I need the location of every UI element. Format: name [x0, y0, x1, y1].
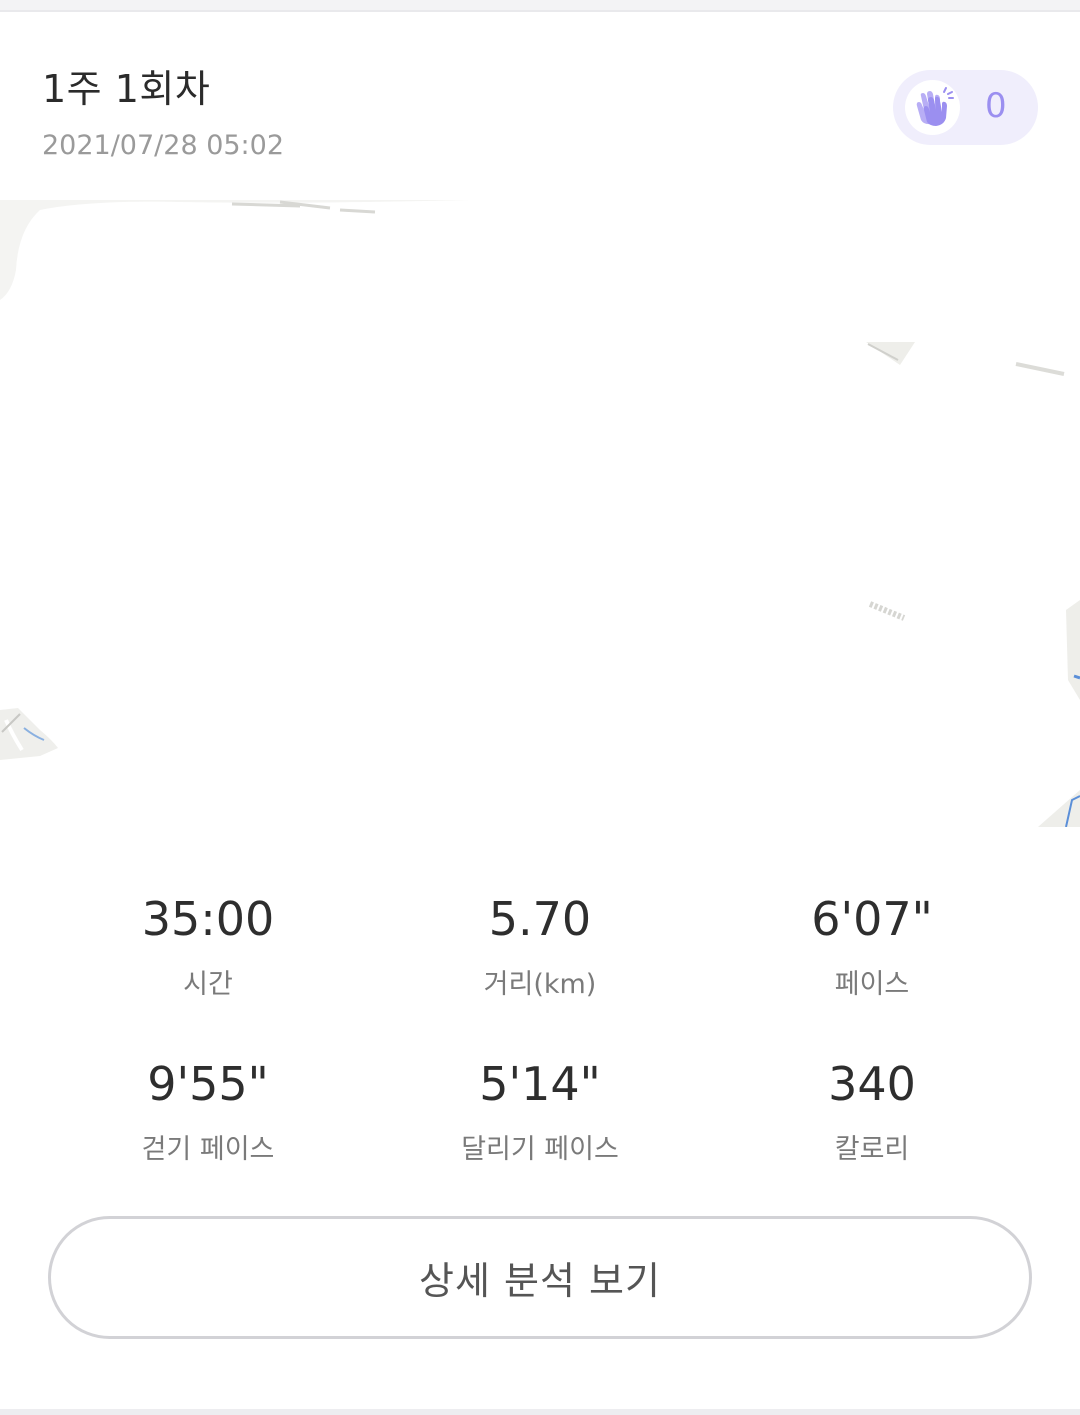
stat-time-value: 35:00 [141, 892, 275, 946]
stat-calories-label: 칼로리 [834, 1134, 910, 1165]
stat-running-pace-value: 5'14" [479, 1057, 601, 1111]
stat-pace-label: 페이스 [834, 969, 910, 1000]
stat-pace: 6'07" 페이스 [707, 892, 1037, 1001]
map-background [0, 200, 1080, 827]
view-detail-analysis-button[interactable]: 상세 분석 보기 [48, 1216, 1032, 1339]
stat-walking-pace: 9'55" 걷기 페이스 [43, 1057, 373, 1166]
top-divider [0, 0, 1080, 12]
stat-calories-value: 340 [828, 1057, 916, 1111]
session-datetime: 2021/07/28 05:02 [42, 130, 285, 161]
session-title: 1주 1회차 [42, 67, 211, 111]
stat-time: 35:00 시간 [43, 892, 373, 1001]
stat-pace-value: 6'07" [811, 892, 933, 946]
stat-calories: 340 칼로리 [707, 1057, 1037, 1166]
stat-running-pace: 5'14" 달리기 페이스 [375, 1057, 705, 1166]
clap-count: 0 [985, 86, 1007, 126]
stat-walking-pace-value: 9'55" [147, 1057, 269, 1111]
stat-running-pace-label: 달리기 페이스 [461, 1134, 619, 1165]
stat-time-label: 시간 [183, 969, 233, 1000]
bottom-divider [0, 1409, 1080, 1415]
clap-hands-icon [916, 87, 954, 126]
stat-distance: 5.70 거리(km) [375, 892, 705, 1001]
route-map[interactable] [0, 200, 1080, 827]
stat-walking-pace-label: 걷기 페이스 [141, 1134, 275, 1165]
stat-distance-value: 5.70 [488, 892, 592, 946]
clap-button[interactable]: 0 [893, 70, 1038, 145]
clap-icon-container [905, 80, 960, 135]
stat-distance-label: 거리(km) [483, 969, 597, 1000]
